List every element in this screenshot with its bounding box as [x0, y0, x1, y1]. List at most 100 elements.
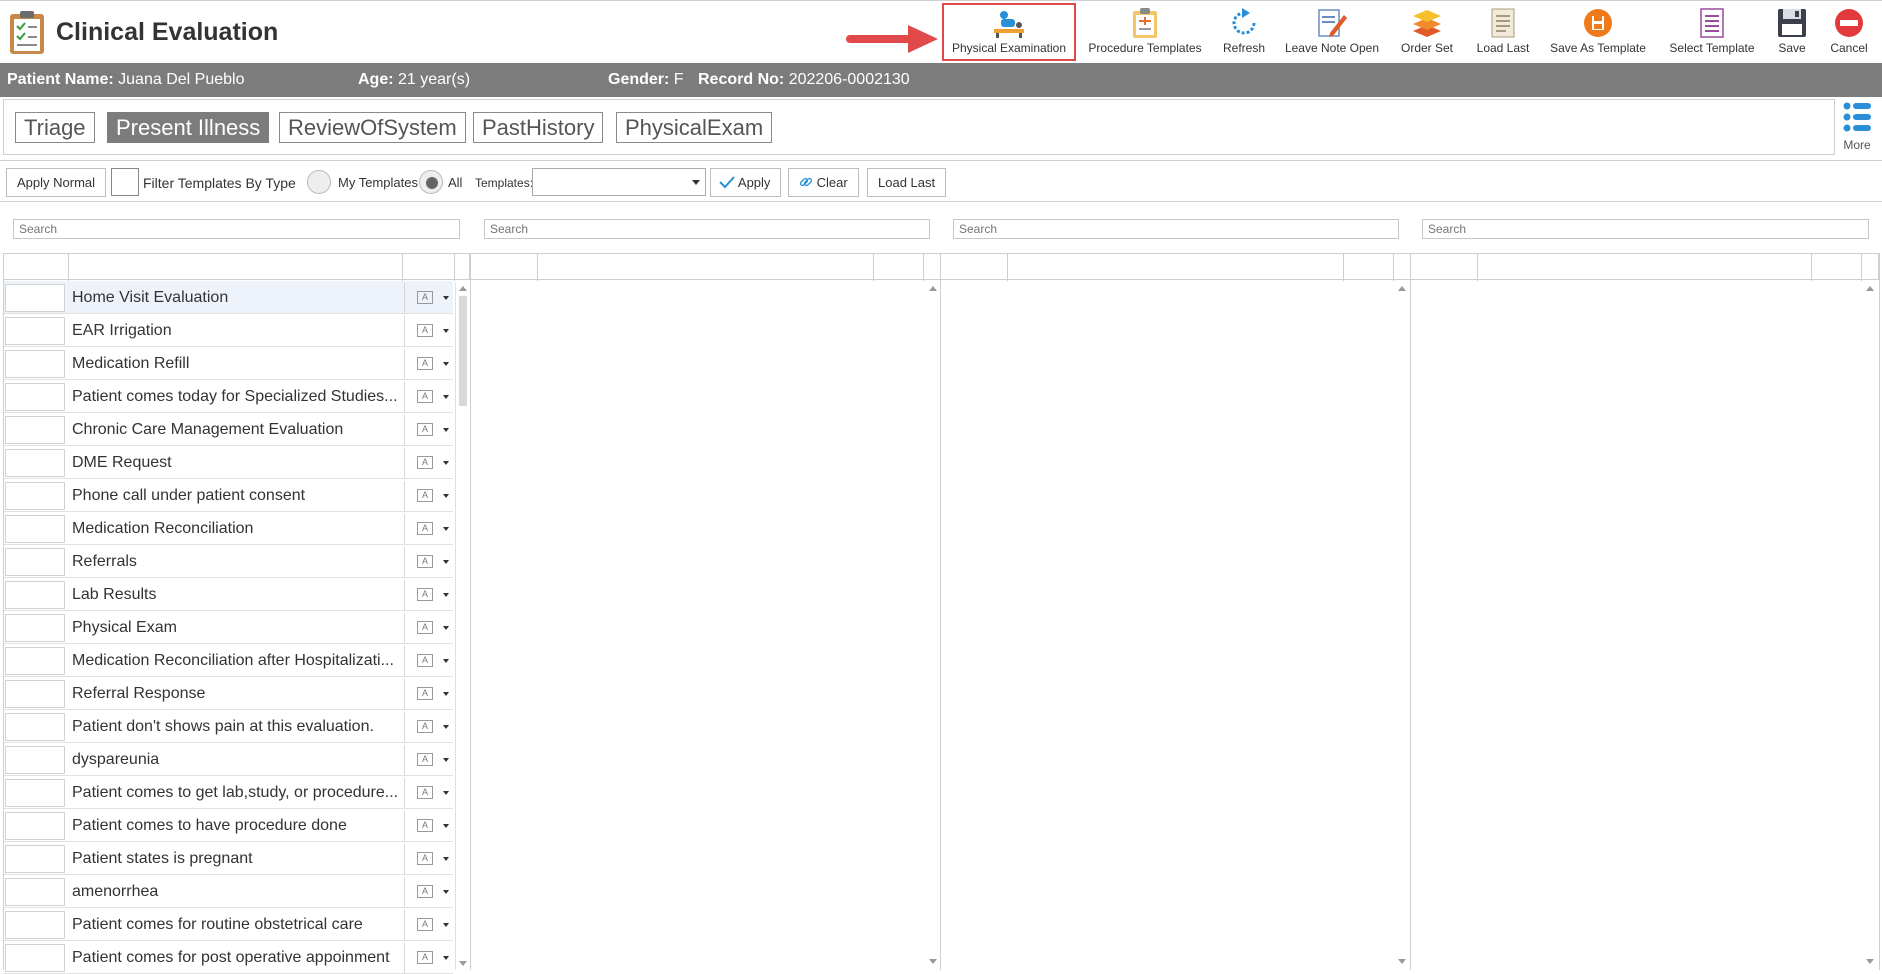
row-action-button[interactable]: A [404, 547, 453, 577]
scroll-up-icon[interactable] [1398, 286, 1406, 291]
template-name[interactable]: Chronic Care Management Evaluation [72, 421, 404, 439]
row-action-button[interactable]: A [404, 910, 453, 940]
all-radio[interactable] [419, 170, 443, 194]
row-select-checkbox[interactable] [5, 383, 65, 411]
list-item[interactable]: Phone call under patient consent A [4, 479, 453, 512]
row-select-checkbox[interactable] [5, 515, 65, 543]
my-templates-radio[interactable] [307, 170, 331, 194]
row-action-button[interactable]: A [404, 943, 453, 973]
row-action-button[interactable]: A [404, 844, 453, 874]
tab-past-history[interactable]: PastHistory [473, 112, 604, 143]
row-select-checkbox[interactable] [5, 779, 65, 807]
scroll-down-icon[interactable] [459, 961, 467, 966]
template-list-scrollbar[interactable] [455, 282, 469, 970]
row-select-checkbox[interactable] [5, 647, 65, 675]
template-name[interactable]: DME Request [72, 454, 404, 472]
scroll-down-icon[interactable] [929, 959, 937, 964]
scroll-up-icon[interactable] [459, 286, 467, 291]
template-name[interactable]: Referrals [72, 553, 404, 571]
row-action-button[interactable]: A [404, 382, 453, 412]
filter-by-type-checkbox[interactable] [111, 168, 139, 196]
tab-physical-exam[interactable]: PhysicalExam [616, 112, 773, 143]
list-item[interactable]: Patient comes to get lab,study, or proce… [4, 776, 453, 809]
template-name[interactable]: Medication Refill [72, 355, 404, 373]
row-action-button[interactable]: A [404, 646, 453, 676]
list-item[interactable]: Patient don't shows pain at this evaluat… [4, 710, 453, 743]
scroll-down-icon[interactable] [1866, 959, 1874, 964]
template-name[interactable]: Patient comes today for Specialized Stud… [72, 388, 404, 406]
search-input-column-4[interactable] [1422, 219, 1869, 239]
scroll-up-icon[interactable] [1866, 286, 1874, 291]
tab-review-of-system[interactable]: ReviewOfSystem [279, 112, 466, 143]
template-name[interactable]: Phone call under patient consent [72, 487, 404, 505]
row-action-button[interactable]: A [404, 778, 453, 808]
list-item[interactable]: Chronic Care Management Evaluation A [4, 413, 453, 446]
template-name[interactable]: Home Visit Evaluation [72, 289, 404, 307]
row-action-button[interactable]: A [404, 580, 453, 610]
list-item[interactable]: Patient comes today for Specialized Stud… [4, 380, 453, 413]
template-name[interactable]: EAR Irrigation [72, 322, 404, 340]
row-select-checkbox[interactable] [5, 581, 65, 609]
row-action-button[interactable]: A [404, 481, 453, 511]
list-item[interactable]: Medication Reconciliation after Hospital… [4, 644, 453, 677]
apply-normal-button[interactable]: Apply Normal [6, 168, 107, 197]
tab-present-illness[interactable]: Present Illness [107, 112, 270, 143]
template-name[interactable]: Patient comes for post operative appoinm… [72, 949, 404, 967]
row-select-checkbox[interactable] [5, 944, 65, 972]
template-name[interactable]: Referral Response [72, 685, 404, 703]
row-action-button[interactable]: A [404, 349, 453, 379]
list-item[interactable]: Patient comes to have procedure done A [4, 809, 453, 842]
row-action-button[interactable]: A [404, 448, 453, 478]
list-item[interactable]: Referrals A [4, 545, 453, 578]
list-item[interactable]: Medication Refill A [4, 347, 453, 380]
save-button[interactable]: Save [1772, 3, 1812, 61]
template-name[interactable]: Patient comes for routine obstetrical ca… [72, 916, 404, 934]
row-action-button[interactable]: A [404, 514, 453, 544]
list-item[interactable]: Patient states is pregnant A [4, 842, 453, 875]
procedure-templates-button[interactable]: Procedure Templates [1084, 3, 1206, 61]
row-select-checkbox[interactable] [5, 812, 65, 840]
row-select-checkbox[interactable] [5, 284, 65, 312]
list-item[interactable]: dyspareunia A [4, 743, 453, 776]
load-last-toolbar-button[interactable]: Load Last [1470, 3, 1536, 61]
row-select-checkbox[interactable] [5, 416, 65, 444]
row-select-checkbox[interactable] [5, 746, 65, 774]
scroll-down-icon[interactable] [1398, 959, 1406, 964]
refresh-button[interactable]: Refresh [1218, 3, 1270, 61]
order-set-button[interactable]: Order Set [1392, 3, 1462, 61]
template-name[interactable]: Patient comes to have procedure done [72, 817, 404, 835]
template-name[interactable]: amenorrhea [72, 883, 404, 901]
list-item[interactable]: Lab Results A [4, 578, 453, 611]
template-name[interactable]: Patient comes to get lab,study, or proce… [72, 784, 404, 802]
row-select-checkbox[interactable] [5, 845, 65, 873]
template-name[interactable]: Patient don't shows pain at this evaluat… [72, 718, 404, 736]
row-select-checkbox[interactable] [5, 548, 65, 576]
row-select-checkbox[interactable] [5, 317, 65, 345]
row-select-checkbox[interactable] [5, 878, 65, 906]
search-input-templates[interactable] [13, 219, 460, 239]
tab-triage[interactable]: Triage [15, 112, 95, 143]
row-select-checkbox[interactable] [5, 350, 65, 378]
row-select-checkbox[interactable] [5, 713, 65, 741]
list-item[interactable]: Physical Exam A [4, 611, 453, 644]
row-select-checkbox[interactable] [5, 482, 65, 510]
row-action-button[interactable]: A [404, 283, 453, 313]
row-action-button[interactable]: A [404, 415, 453, 445]
list-item[interactable]: Medication Reconciliation A [4, 512, 453, 545]
clear-button[interactable]: Clear [788, 168, 859, 197]
row-select-checkbox[interactable] [5, 449, 65, 477]
more-button[interactable]: More [1838, 101, 1876, 153]
row-action-button[interactable]: A [404, 316, 453, 346]
template-name[interactable]: Medication Reconciliation after Hospital… [72, 652, 404, 670]
row-select-checkbox[interactable] [5, 911, 65, 939]
select-template-button[interactable]: Select Template [1664, 3, 1760, 61]
row-action-button[interactable]: A [404, 877, 453, 907]
list-item[interactable]: Referral Response A [4, 677, 453, 710]
row-action-button[interactable]: A [404, 745, 453, 775]
list-item[interactable]: Home Visit Evaluation A [4, 281, 453, 314]
list-item[interactable]: EAR Irrigation A [4, 314, 453, 347]
cancel-button[interactable]: Cancel [1826, 3, 1872, 61]
save-as-template-button[interactable]: Save As Template [1546, 3, 1650, 61]
search-input-column-3[interactable] [953, 219, 1399, 239]
scrollbar-thumb[interactable] [459, 296, 467, 406]
